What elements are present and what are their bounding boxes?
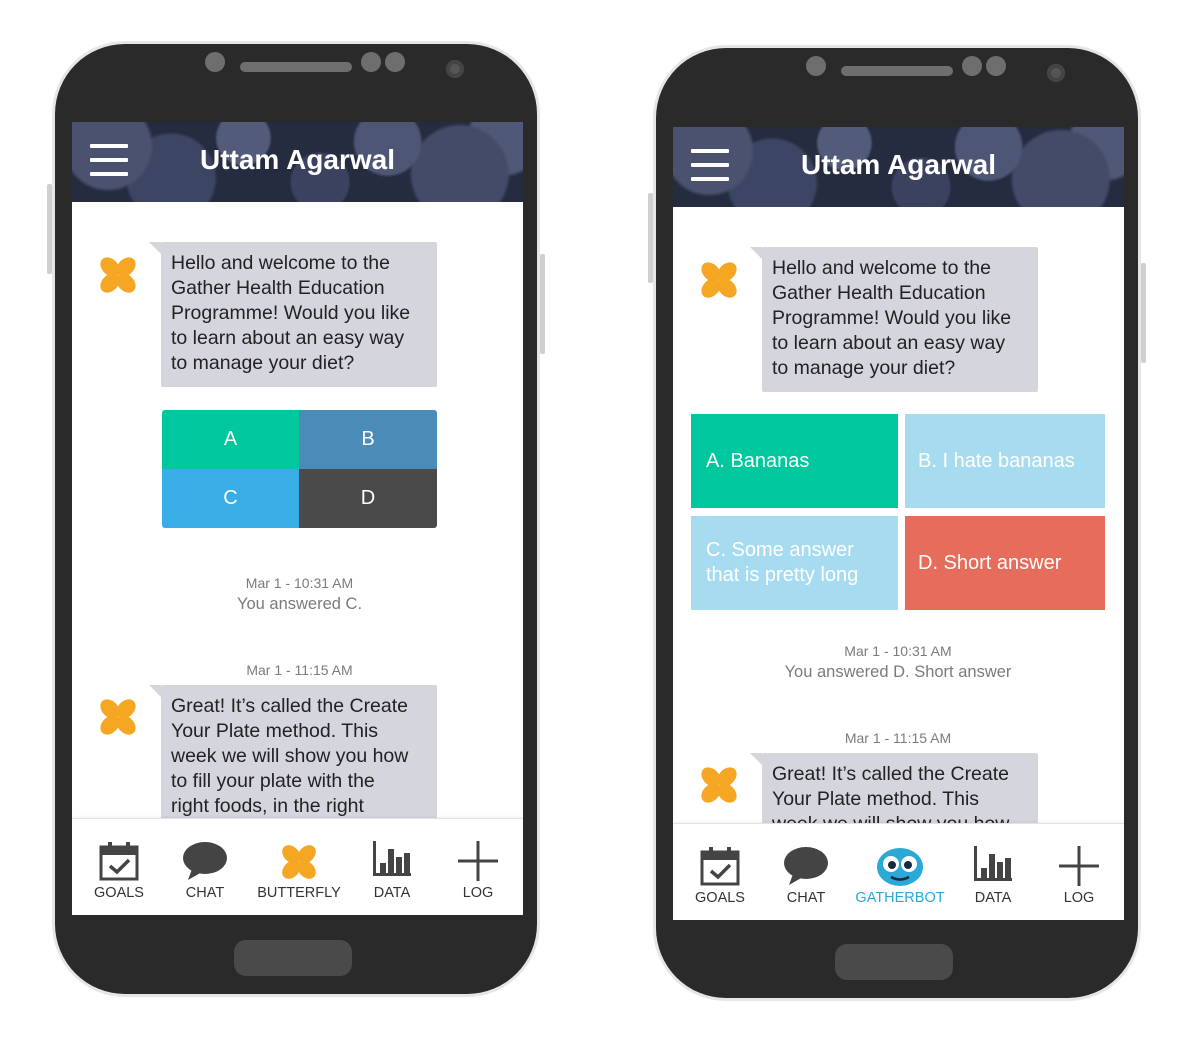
left-phone-side-button — [47, 184, 52, 274]
tab-goals[interactable]: GOALS — [74, 819, 164, 915]
butterfly-icon — [100, 699, 136, 735]
tab-data-label: DATA — [373, 885, 411, 901]
tab-data[interactable]: DATA — [347, 819, 437, 915]
right-bottom-tab-bar: GOALS CHAT GATHERBOT DATA LOG — [673, 823, 1124, 920]
tab-gatherbot-label: GATHERBOT — [855, 890, 945, 906]
message-line: to learn about an easy way — [171, 327, 405, 349]
calendar-check-icon — [700, 847, 740, 886]
message-line: Hello and welcome to the — [772, 257, 991, 279]
right-speaker-grille — [841, 66, 953, 76]
tab-log[interactable]: LOG — [1034, 824, 1124, 920]
message-line: Gather Health Education — [171, 277, 385, 299]
message-line: week we will show you how — [171, 745, 409, 767]
tab-data[interactable]: DATA — [948, 824, 1038, 920]
message-line: Gather Health Education — [772, 282, 986, 304]
gatherbot-icon — [877, 848, 923, 886]
right-sensor-dot-2 — [962, 56, 982, 76]
message-line: Great! It’s called the Create — [171, 695, 409, 717]
butterfly-icon — [282, 845, 316, 879]
tab-goals-label: GOALS — [695, 890, 745, 906]
left-sensor-dot-3 — [385, 52, 405, 72]
option-c-button[interactable]: C. Some answer that is pretty long — [691, 516, 898, 610]
plus-icon — [458, 841, 498, 881]
tab-butterfly[interactable]: BUTTERFLY — [254, 819, 344, 915]
option-b-button[interactable]: B. I hate bananas — [905, 414, 1105, 508]
tab-data-label: DATA — [974, 890, 1012, 906]
right-app-header: Uttam Agarwal — [673, 127, 1124, 207]
right-answered-text: You answered D. Short answer — [784, 663, 1012, 681]
right-home-button[interactable] — [835, 944, 953, 980]
option-a-button[interactable]: A. Bananas — [691, 414, 898, 508]
tab-chat[interactable]: CHAT — [160, 819, 250, 915]
tab-goals[interactable]: GOALS — [675, 824, 765, 920]
message-line: Hello and welcome to the — [171, 252, 390, 274]
left-app-header: Uttam Agarwal — [72, 122, 523, 202]
right-front-camera — [1047, 64, 1065, 82]
chat-bubble-icon — [183, 842, 227, 880]
butterfly-icon — [100, 257, 136, 293]
option-a-button[interactable]: A — [162, 410, 299, 469]
right-second-timestamp: Mar 1 - 11:15 AM — [844, 730, 952, 746]
butterfly-icon — [701, 767, 737, 803]
message-line: right foods, in the right — [171, 795, 364, 817]
tab-chat[interactable]: CHAT — [761, 824, 851, 920]
tab-log-label: LOG — [462, 885, 494, 901]
right-phone-side-button — [648, 193, 653, 283]
right-header-title: Uttam Agarwal — [800, 149, 996, 180]
left-second-timestamp: Mar 1 - 11:15 AM — [246, 662, 353, 678]
left-screen: Uttam Agarwal Hello and welcome to the G… — [72, 122, 523, 915]
message-line: Programme! Would you like — [171, 302, 411, 324]
right-phone-frame: Uttam Agarwal Hello and welcome to the G… — [648, 48, 1146, 998]
left-front-camera — [446, 60, 464, 78]
right-screen: Uttam Agarwal Hello and welcome to the G… — [673, 127, 1124, 920]
tab-log[interactable]: LOG — [433, 819, 523, 915]
left-sensor-dot-2 — [361, 52, 381, 72]
tab-goals-label: GOALS — [94, 885, 144, 901]
left-bottom-tab-bar: GOALS CHAT BUTTERFLY DATA LOG — [72, 818, 523, 915]
tab-butterfly-label: BUTTERFLY — [257, 885, 341, 901]
tab-log-label: LOG — [1063, 890, 1095, 906]
message-line: to fill your plate with the — [171, 770, 375, 792]
option-d-button[interactable]: D — [299, 469, 437, 528]
left-answered-text: You answered C. — [236, 595, 363, 613]
right-answer-timestamp: Mar 1 - 10:31 AM — [844, 643, 952, 659]
left-answer-timestamp: Mar 1 - 10:31 AM — [245, 575, 354, 591]
option-c-button[interactable]: C — [162, 469, 299, 528]
left-phone-side-button-right — [540, 254, 545, 354]
tab-gatherbot[interactable]: GATHERBOT — [855, 824, 945, 920]
left-welcome-bubble: Hello and welcome to the Gather Health E… — [149, 242, 437, 387]
butterfly-icon — [701, 262, 737, 298]
left-header-title: Uttam Agarwal — [199, 144, 395, 175]
message-line: to manage your diet? — [171, 352, 355, 374]
left-sensor-dot — [205, 52, 225, 72]
tab-chat-label: CHAT — [185, 885, 225, 901]
bar-chart-icon — [974, 846, 1012, 881]
calendar-check-icon — [99, 842, 139, 881]
tab-chat-label: CHAT — [786, 890, 826, 906]
left-home-button[interactable] — [234, 940, 352, 976]
message-line: to learn about an easy way — [772, 332, 1006, 354]
message-line: Your Plate method. This — [171, 720, 379, 742]
message-line: to manage your diet? — [772, 357, 956, 379]
right-sensor-dot — [806, 56, 826, 76]
option-b-button[interactable]: B — [299, 410, 437, 469]
message-line: Your Plate method. This — [772, 788, 980, 810]
chat-bubble-icon — [784, 847, 828, 885]
bar-chart-icon — [373, 841, 411, 876]
right-sensor-dot-3 — [986, 56, 1006, 76]
message-line: Programme! Would you like — [772, 307, 1012, 329]
message-line: Great! It’s called the Create — [772, 763, 1010, 785]
right-welcome-bubble: Hello and welcome to the Gather Health E… — [750, 247, 1038, 392]
plus-icon — [1059, 846, 1099, 886]
left-speaker-grille — [240, 62, 352, 72]
option-d-button[interactable]: D. Short answer — [905, 516, 1105, 610]
right-phone-side-button-right — [1141, 263, 1146, 363]
left-phone-frame: Uttam Agarwal Hello and welcome to the G… — [47, 44, 545, 994]
